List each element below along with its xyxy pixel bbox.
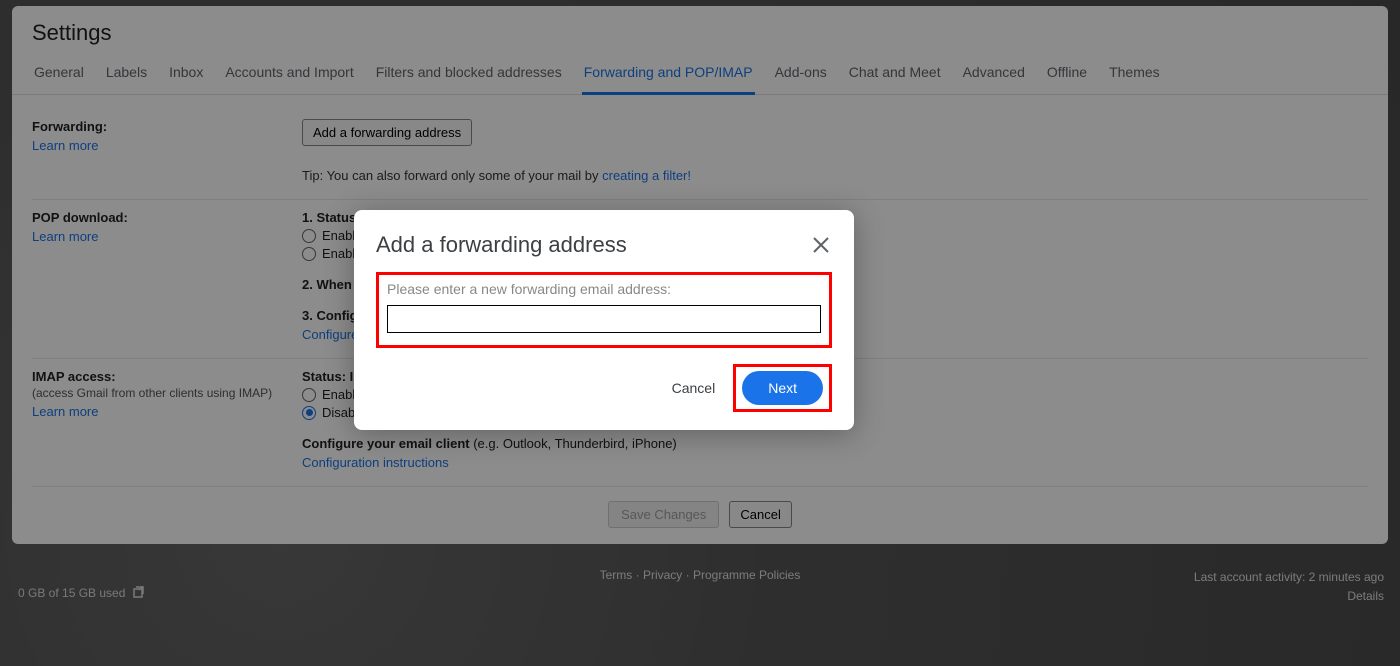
modal-cancel-button[interactable]: Cancel <box>672 380 716 396</box>
add-forwarding-modal: Add a forwarding address Please enter a … <box>354 210 854 430</box>
modal-close-button[interactable] <box>810 234 832 256</box>
forwarding-email-input[interactable] <box>387 305 821 333</box>
modal-title: Add a forwarding address <box>376 232 627 258</box>
close-icon <box>812 236 830 254</box>
modal-next-button[interactable]: Next <box>742 371 823 405</box>
modal-body-highlight: Please enter a new forwarding email addr… <box>376 272 832 348</box>
modal-prompt: Please enter a new forwarding email addr… <box>387 281 821 297</box>
modal-next-highlight: Next <box>733 364 832 412</box>
